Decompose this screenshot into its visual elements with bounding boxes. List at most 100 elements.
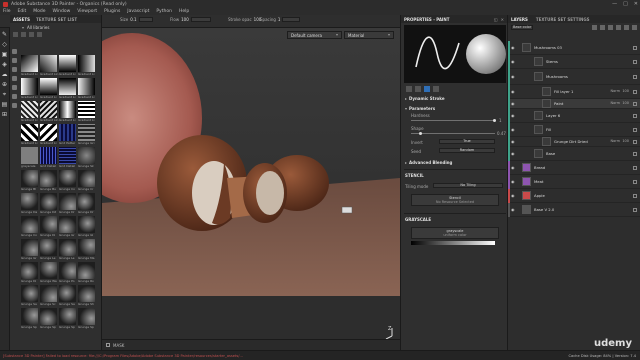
layer-checkbox[interactable] xyxy=(633,194,637,198)
delete-layer-icon[interactable] xyxy=(632,25,637,30)
filter-icon[interactable] xyxy=(21,31,26,37)
layer-opacity[interactable]: 100 xyxy=(622,139,629,143)
asset-thumbnail[interactable]: Gradient Li xyxy=(21,55,38,76)
asset-thumbnail[interactable]: Grid Detail xyxy=(40,147,57,168)
layer-checkbox[interactable] xyxy=(633,152,637,156)
flow-control[interactable]: Flow 100 xyxy=(170,17,211,22)
tab-texture-set-settings[interactable]: TEXTURE SET SETTINGS xyxy=(536,17,590,22)
asset-thumbnail[interactable]: Grunge Dr xyxy=(78,193,95,214)
asset-thumbnail[interactable]: Grunge Gr xyxy=(59,216,76,237)
filter-smart-materials-icon[interactable] xyxy=(12,58,17,63)
asset-thumbnail[interactable]: Gradient Li xyxy=(59,78,76,99)
asset-thumbnail[interactable]: Gradient Lin xyxy=(40,55,58,76)
camera-dropdown[interactable]: Default camera xyxy=(287,31,342,39)
asset-thumbnail[interactable]: Grunge Sa xyxy=(21,285,38,306)
filter-brushes-icon[interactable] xyxy=(12,67,17,72)
layer-checkbox[interactable] xyxy=(633,102,637,106)
asset-thumbnail[interactable]: Grunge Di xyxy=(21,262,38,283)
asset-thumbnail[interactable]: Grunge Gl xyxy=(78,216,95,237)
visibility-eye-icon[interactable]: ◉ xyxy=(511,165,515,170)
close-icon[interactable]: ✕ xyxy=(501,17,504,22)
maximize-button[interactable]: □ xyxy=(623,1,628,7)
layer-checkbox[interactable] xyxy=(633,90,637,94)
visibility-eye-icon[interactable]: ◉ xyxy=(511,127,515,132)
filter-textures-icon[interactable] xyxy=(12,76,17,81)
layer-row[interactable]: ◉ Layer 6 xyxy=(508,109,640,123)
add-layer-icon[interactable] xyxy=(616,25,621,30)
layer-checkbox[interactable] xyxy=(633,140,637,144)
asset-thumbnail[interactable]: Grunge Ma xyxy=(78,239,95,260)
visibility-eye-icon[interactable]: ◉ xyxy=(511,179,515,184)
smudge-icon[interactable]: ☁ xyxy=(2,72,8,78)
measure-icon[interactable]: ⊞ xyxy=(2,112,8,118)
size-control[interactable]: Size 0.1 xyxy=(120,17,153,22)
layer-checkbox[interactable] xyxy=(633,180,637,184)
asset-thumbnail[interactable]: Grunge Co xyxy=(21,216,38,237)
material-tab-icon[interactable] xyxy=(424,86,430,92)
visibility-eye-icon[interactable]: ◉ xyxy=(511,74,515,79)
asset-thumbnail[interactable]: Gradient Li xyxy=(78,78,95,99)
filter-materials-icon[interactable] xyxy=(12,49,17,54)
paint-brush-icon[interactable]: ✎ xyxy=(2,32,8,38)
asset-thumbnail[interactable]: Grid Patter xyxy=(59,124,76,145)
visibility-eye-icon[interactable]: ◉ xyxy=(511,139,515,144)
layer-checkbox[interactable] xyxy=(633,46,637,50)
asset-thumbnail[interactable]: Gradient Li xyxy=(21,124,38,145)
asset-thumbnail[interactable]: Gradient Li xyxy=(40,124,57,145)
polygon-fill-icon[interactable]: ◈ xyxy=(2,62,8,68)
layer-row[interactable]: ◉ Apple xyxy=(508,189,640,203)
layer-opacity[interactable]: 100 xyxy=(622,101,629,105)
add-folder-icon[interactable] xyxy=(624,25,629,30)
asset-thumbnail[interactable]: Grunge Dd xyxy=(40,193,57,214)
visibility-eye-icon[interactable]: ◉ xyxy=(511,59,515,64)
geometry-mask-icon[interactable]: ▤ xyxy=(2,102,8,108)
shape-slider[interactable] xyxy=(411,132,495,135)
asset-thumbnail[interactable]: Grunge Le xyxy=(40,239,57,260)
visibility-eye-icon[interactable]: ◉ xyxy=(511,151,515,156)
layer-checkbox[interactable] xyxy=(633,128,637,132)
asset-thumbnail[interactable]: Grunge Ro xyxy=(78,262,95,283)
dynamic-stroke-section[interactable]: ▸ Dynamic Stroke xyxy=(405,96,445,101)
grid-view-icon[interactable] xyxy=(37,31,42,37)
visibility-eye-icon[interactable]: ◉ xyxy=(511,113,515,118)
layer-checkbox[interactable] xyxy=(633,208,637,212)
minimize-button[interactable]: — xyxy=(612,1,617,7)
filter-alphas-icon[interactable] xyxy=(12,85,17,90)
layer-blend-mode[interactable]: Norm xyxy=(610,101,620,105)
asset-thumbnail[interactable]: Gradient Li xyxy=(78,55,95,76)
layer-checkbox[interactable] xyxy=(633,166,637,170)
layer-checkbox[interactable] xyxy=(633,60,637,64)
menu-viewport[interactable]: Viewport xyxy=(77,9,97,14)
seed-field[interactable]: Random xyxy=(439,148,495,153)
invert-field[interactable]: True xyxy=(439,139,495,144)
menu-python[interactable]: Python xyxy=(156,9,172,14)
layer-blend-mode[interactable]: Norm xyxy=(610,89,620,93)
visibility-eye-icon[interactable]: ◉ xyxy=(511,89,515,94)
hardness-slider[interactable] xyxy=(411,119,496,122)
close-button[interactable]: ✕ xyxy=(634,1,638,7)
tab-assets[interactable]: ASSETS xyxy=(13,17,30,22)
stencil-tab-icon[interactable] xyxy=(433,86,439,92)
filter-filters-icon[interactable] xyxy=(12,103,17,108)
asset-thumbnail[interactable]: Grunge Sp xyxy=(78,308,95,329)
asset-thumbnail[interactable]: Gradient Li xyxy=(40,78,57,99)
asset-thumbnail[interactable]: Grid Detail xyxy=(59,147,76,168)
stencil-resource-button[interactable]: Stencil No Resource Selected xyxy=(411,194,499,206)
menu-mode[interactable]: Mode xyxy=(33,9,45,14)
asset-thumbnail[interactable]: Grunge Cr xyxy=(78,170,95,191)
tiling-mode-dropdown[interactable]: No Tiling xyxy=(433,183,503,188)
layer-row[interactable]: ◉ Base xyxy=(508,147,640,161)
asset-thumbnail[interactable]: Gradient Li xyxy=(59,101,76,122)
asset-thumbnail[interactable]: Grunge Sk xyxy=(78,147,95,168)
asset-thumbnail[interactable]: Grunge Gr xyxy=(21,239,38,260)
layer-row[interactable]: ◉ Meat xyxy=(508,175,640,189)
visibility-eye-icon[interactable]: ◉ xyxy=(511,193,515,198)
asset-thumbnail[interactable]: Grunge Gri xyxy=(78,124,95,145)
menu-window[interactable]: Window xyxy=(53,9,71,14)
filter-grunges-icon[interactable] xyxy=(12,94,17,99)
asset-thumbnail[interactable]: Gradient Li xyxy=(59,55,76,76)
list-view-icon[interactable] xyxy=(29,31,34,37)
layer-checkbox[interactable] xyxy=(633,114,637,118)
layer-row[interactable]: ◉ Mushrooms 03 xyxy=(508,41,640,55)
visibility-eye-icon[interactable]: ◉ xyxy=(511,45,515,50)
